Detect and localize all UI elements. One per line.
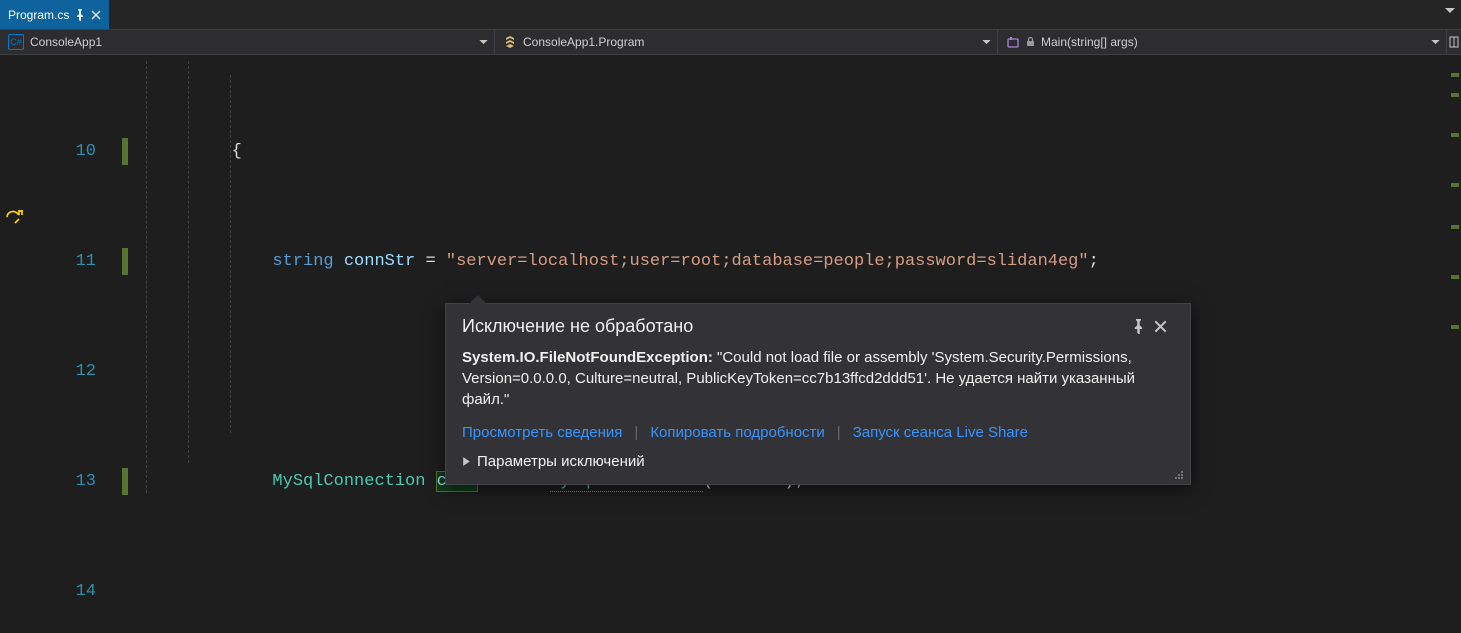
chevron-down-icon[interactable]: [982, 40, 991, 45]
close-icon[interactable]: [91, 10, 101, 20]
chevron-down-icon[interactable]: [479, 40, 488, 45]
line-number: 12: [0, 358, 104, 386]
breadcrumb-bar: C# ConsoleApp1 ConsoleApp1.Program Main(…: [0, 29, 1461, 55]
code-line: {: [148, 138, 242, 166]
exception-message: System.IO.FileNotFoundException: "Could …: [446, 343, 1190, 420]
code-editor[interactable]: 10 { 11 string connStr = "server=localho…: [0, 55, 1461, 633]
line-number: 10: [0, 138, 104, 166]
exception-type: System.IO.FileNotFoundException:: [462, 349, 713, 366]
tab-label: Program.cs: [8, 8, 69, 22]
nav-split-icon[interactable]: [1447, 30, 1461, 54]
nav-class[interactable]: ConsoleApp1.Program: [495, 30, 998, 54]
nav-project[interactable]: C# ConsoleApp1: [0, 30, 495, 54]
exception-settings-link[interactable]: Параметры исключений: [477, 453, 645, 470]
code-line: string connStr = "server=localhost;user=…: [148, 248, 1099, 276]
popup-pointer: [468, 295, 488, 305]
overview-ruler[interactable]: [1449, 55, 1461, 633]
csharp-project-icon: C#: [8, 34, 24, 50]
pin-icon[interactable]: [1132, 319, 1154, 334]
expand-icon[interactable]: [462, 456, 471, 467]
class-icon: [503, 35, 517, 49]
nav-class-label: ConsoleApp1.Program: [523, 35, 644, 49]
line-number: 13: [0, 468, 104, 496]
pin-icon[interactable]: [75, 9, 85, 21]
nav-method[interactable]: Main(string[] args): [998, 30, 1447, 54]
close-icon[interactable]: [1154, 320, 1176, 333]
line-number: 14: [0, 578, 104, 606]
separator: |: [837, 424, 841, 441]
tab-program-cs[interactable]: Program.cs: [0, 0, 109, 29]
exception-popup: Исключение не обработано System.IO.FileN…: [445, 303, 1191, 485]
separator: |: [634, 424, 638, 441]
view-details-link[interactable]: Просмотреть сведения: [462, 424, 622, 441]
tab-strip: Program.cs: [0, 0, 1461, 29]
method-icon: [1006, 35, 1020, 49]
start-liveshare-link[interactable]: Запуск сеанса Live Share: [853, 424, 1028, 441]
lock-icon: [1026, 37, 1035, 47]
chevron-down-icon[interactable]: [1431, 40, 1440, 45]
exception-actions: Просмотреть сведения | Копировать подроб…: [446, 420, 1190, 451]
line-number: 11: [0, 248, 104, 276]
resize-grip-icon[interactable]: [1172, 468, 1184, 480]
nav-project-label: ConsoleApp1: [30, 35, 102, 49]
nav-method-label: Main(string[] args): [1041, 35, 1138, 49]
copy-details-link[interactable]: Копировать подробности: [650, 424, 824, 441]
tabstrip-dropdown-icon[interactable]: [1445, 8, 1455, 14]
exception-title: Исключение не обработано: [462, 316, 1132, 337]
